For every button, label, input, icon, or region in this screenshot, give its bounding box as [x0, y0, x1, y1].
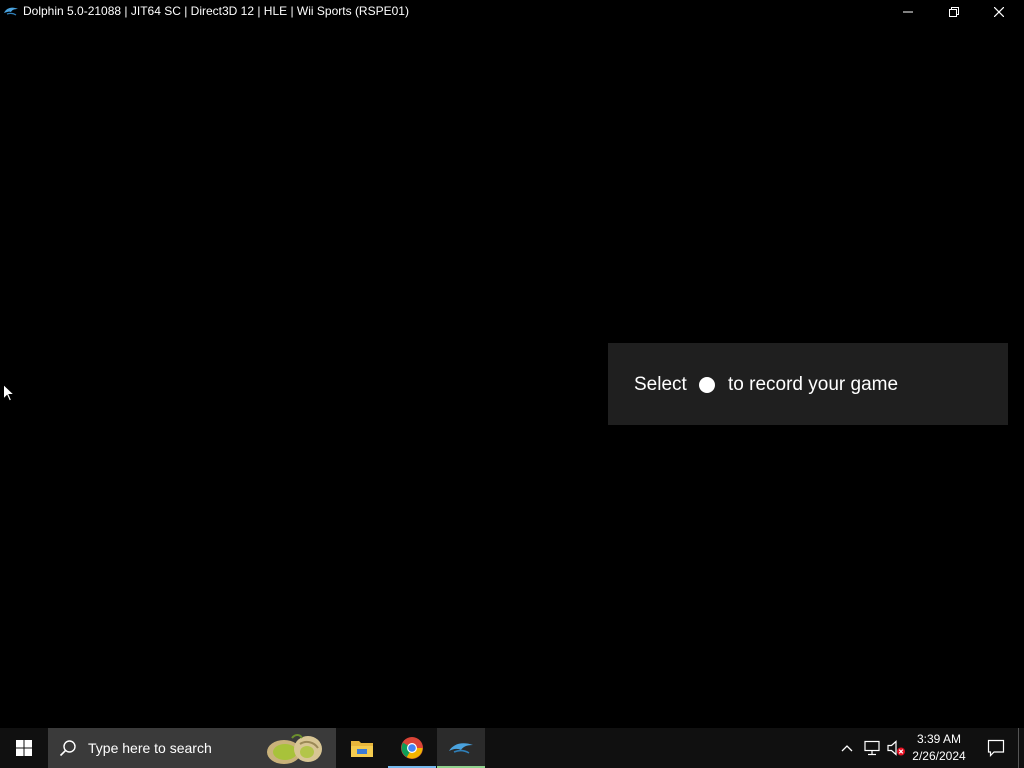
dolphin-window: Dolphin 5.0-21088 | JIT64 SC | Direct3D …	[0, 0, 1024, 728]
taskbar-search-box[interactable]: Type here to search	[48, 728, 336, 768]
close-button[interactable]	[976, 0, 1022, 23]
restore-icon	[949, 6, 959, 17]
record-dot-icon	[699, 377, 715, 393]
volume-muted-icon	[887, 740, 905, 756]
taskbar: Type here to search 3:39 AM 2/26/2024	[0, 728, 1024, 768]
toast-text-record: to record your game	[728, 374, 899, 395]
chevron-up-icon	[841, 745, 853, 752]
clock-date: 2/26/2024	[912, 749, 966, 763]
close-icon	[994, 6, 1004, 17]
windows-logo-icon	[16, 740, 32, 756]
toast-text-select: Select	[634, 374, 687, 395]
folder-icon	[351, 741, 373, 757]
dolphin-icon	[4, 7, 18, 16]
start-button[interactable]	[0, 728, 48, 768]
game-bar-record-toast: Select to record your game	[608, 343, 1008, 425]
minimize-icon	[903, 11, 913, 12]
taskbar-app-chrome[interactable]	[388, 728, 436, 768]
search-icon	[59, 740, 76, 757]
taskbar-clock[interactable]: 3:39 AM 2/26/2024	[908, 728, 970, 768]
tray-overflow-button[interactable]	[836, 728, 858, 768]
window-title: Dolphin 5.0-21088 | JIT64 SC | Direct3D …	[23, 4, 409, 18]
restore-button[interactable]	[931, 0, 977, 23]
notification-icon	[987, 739, 1005, 757]
taskbar-app-file-explorer[interactable]	[338, 728, 386, 768]
show-desktop-button[interactable]	[1018, 728, 1024, 768]
title-bar[interactable]: Dolphin 5.0-21088 | JIT64 SC | Direct3D …	[0, 0, 1024, 23]
tray-network-button[interactable]	[860, 728, 884, 768]
taskbar-app-dolphin[interactable]	[437, 728, 485, 768]
pistachio-icon	[267, 734, 322, 764]
mouse-cursor-icon	[3, 384, 15, 402]
network-icon	[864, 740, 880, 756]
dolphin-icon	[449, 743, 473, 754]
clock-time: 3:39 AM	[916, 732, 962, 746]
minimize-button[interactable]	[885, 0, 931, 23]
tray-volume-button[interactable]	[884, 728, 908, 768]
search-placeholder: Type here to search	[88, 740, 212, 756]
chrome-icon	[401, 737, 423, 759]
action-center-button[interactable]	[976, 728, 1016, 768]
